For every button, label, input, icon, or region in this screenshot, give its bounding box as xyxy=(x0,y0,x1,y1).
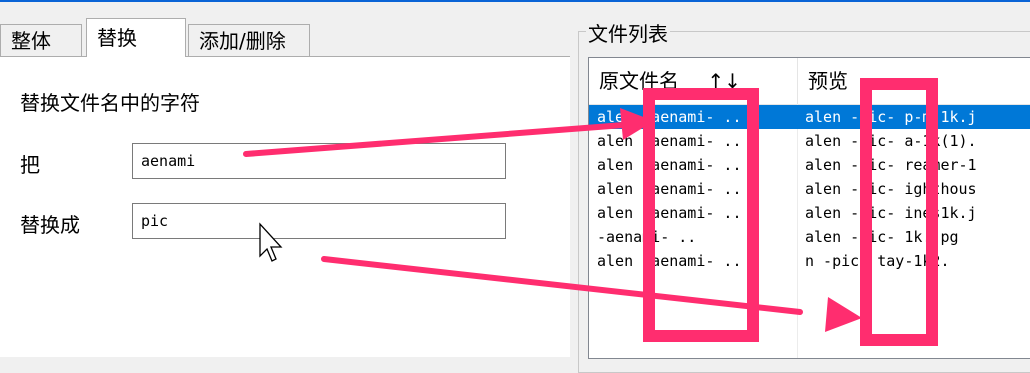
row-preview-name: alen -pic- a-1k(1). xyxy=(805,132,977,150)
file-list-row[interactable]: -aenami- .. alen -pic- 1k.jpg xyxy=(589,225,1030,249)
column-preview[interactable]: 预览 xyxy=(798,58,1030,104)
window-top-border xyxy=(0,0,1030,2)
tab-replace[interactable]: 替换 xyxy=(86,18,186,57)
list-header: 原文件名 ↑↓ 预览 xyxy=(589,58,1030,105)
find-label: 把 xyxy=(20,153,40,177)
replace-label: 替换成 xyxy=(20,213,80,237)
file-list-row[interactable]: alen -aenami- .. alen -pic- reamer-1 xyxy=(589,153,1030,177)
row-preview-name: alen -pic- 1k.jpg xyxy=(805,228,959,246)
row-original-name: alen -aenami- .. xyxy=(597,108,742,126)
tab-overall[interactable]: 整体 xyxy=(0,24,82,56)
find-input[interactable]: aenami xyxy=(132,143,506,179)
file-list-title: 文件列表 xyxy=(586,18,670,47)
row-original-name: alen -aenami- .. xyxy=(597,132,742,150)
row-original-name: alen -aenami- .. xyxy=(597,156,742,174)
row-preview-name: alen -pic- reamer-1 xyxy=(805,156,977,174)
file-list-row[interactable]: alen -aenami- .. alen -pic- ines1k.j xyxy=(589,201,1030,225)
panel-heading: 替换文件名中的字符 xyxy=(20,91,200,115)
row-preview-name: alen -pic- ighthous xyxy=(805,180,977,198)
replace-input[interactable]: pic xyxy=(132,203,506,239)
row-preview-name: alen -pic- p-m-1k.j xyxy=(805,108,977,126)
row-preview-name: n -pic- tay-1k2. xyxy=(805,252,950,270)
file-list-row[interactable]: alen -aenami- .. n -pic- tay-1k2. xyxy=(589,249,1030,273)
row-preview-name: alen -pic- ines1k.j xyxy=(805,204,977,222)
sort-arrows-icon: ↑↓ xyxy=(707,69,741,93)
file-list-row[interactable]: alen -aenami- .. alen -pic- ighthous xyxy=(589,177,1030,201)
tab-add-delete[interactable]: 添加/删除 xyxy=(188,24,310,56)
tab-bar: 整体 替换 添加/删除 xyxy=(0,18,560,58)
row-original-name: -aenami- .. xyxy=(597,228,697,246)
row-original-name: alen -aenami- .. xyxy=(597,180,742,198)
column-original-name[interactable]: 原文件名 ↑↓ xyxy=(589,58,797,104)
column-original-label: 原文件名 xyxy=(599,69,679,93)
file-list-row[interactable]: alen -aenami- .. alen -pic- a-1k(1). xyxy=(589,129,1030,153)
file-list-view[interactable]: 原文件名 ↑↓ 预览 alen -aenami- .. alen -pic- p-… xyxy=(588,57,1030,359)
file-list-row[interactable]: alen -aenami- .. alen -pic- p-m-1k.j xyxy=(589,105,1030,129)
row-original-name: alen -aenami- .. xyxy=(597,252,742,270)
row-original-name: alen -aenami- .. xyxy=(597,204,742,222)
replace-panel: 替换文件名中的字符 把 aenami 替换成 pic xyxy=(0,56,570,357)
